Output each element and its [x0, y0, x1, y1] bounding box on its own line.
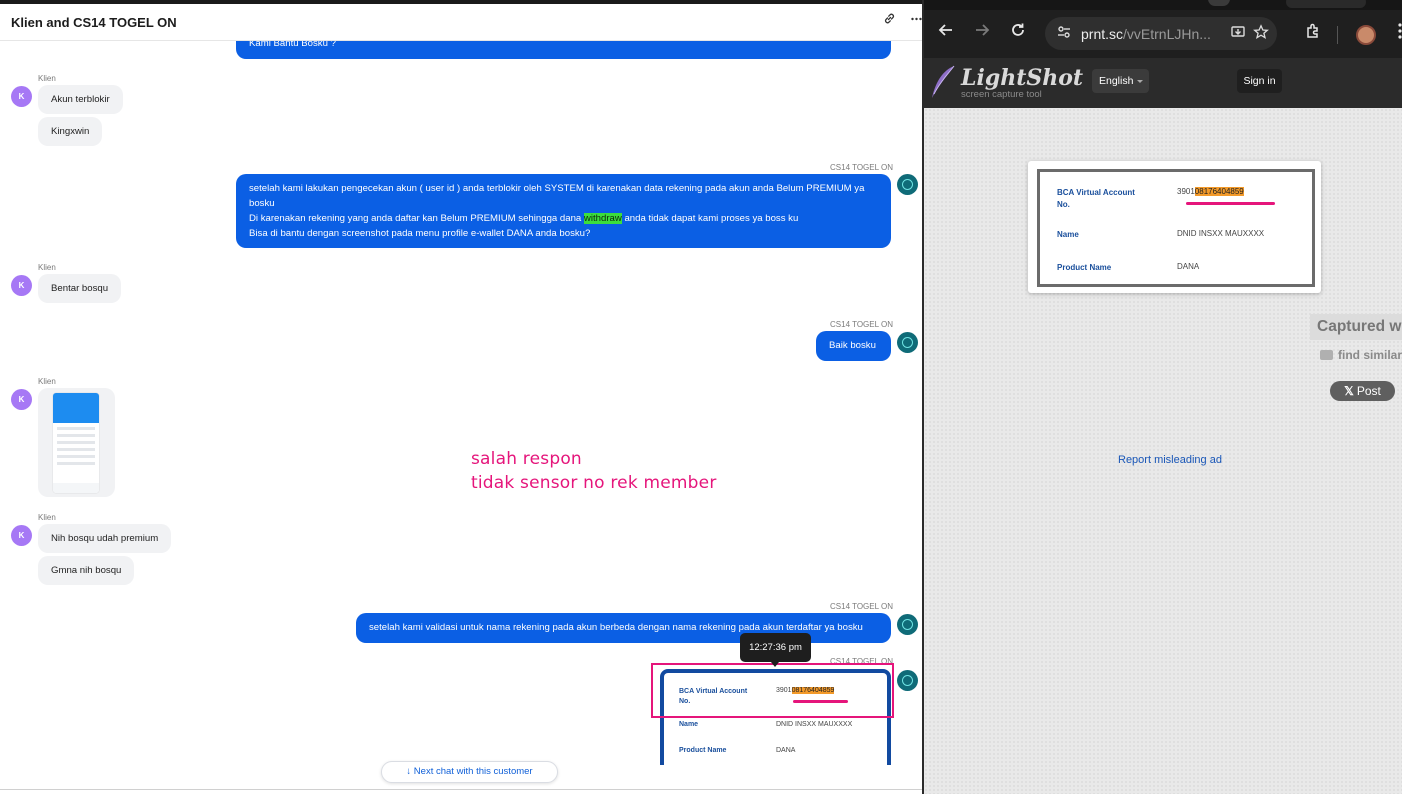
message-text: Gmna nih bosqu [51, 565, 122, 576]
message-text: Kingxwin [51, 126, 90, 137]
message-line: bosku [249, 198, 275, 209]
link-icon[interactable] [880, 12, 898, 30]
bottom-divider [0, 789, 922, 790]
agent-message-bubble: Baik bosku [816, 331, 891, 361]
captured-heading: Captured w [1310, 314, 1402, 340]
client-avatar: K [11, 275, 32, 296]
va-number-highlight: 08176404859 [1194, 187, 1244, 196]
sender-name: CS14 TOGEL ON [830, 163, 893, 172]
lightshot-logo[interactable]: LightShot [961, 65, 1083, 91]
message-text: Baik bosku [829, 340, 876, 351]
agent-message-bubble: setelah kami lakukan pengecekan akun ( u… [236, 174, 891, 248]
back-icon[interactable] [936, 22, 956, 44]
report-ad-link[interactable]: Report misleading ad [1118, 454, 1222, 466]
captured-image-frame: BCA Virtual Account No. 390108176404859 … [1037, 169, 1315, 287]
sign-in-button[interactable]: Sign in [1237, 69, 1282, 93]
client-message-bubble: Akun terblokir [38, 85, 123, 114]
x-post-label: Post [1356, 384, 1381, 398]
message-text: Nih bosqu udah premium [51, 533, 159, 544]
profile-avatar[interactable] [1356, 25, 1376, 45]
message-text: Akun terblokir [51, 94, 110, 105]
sender-name: Klien [38, 74, 56, 83]
reload-icon[interactable] [1008, 22, 1028, 44]
sender-name: CS14 TOGEL ON [830, 602, 893, 611]
bookmark-star-icon[interactable] [1252, 24, 1270, 42]
phone-screenshot-thumbnail [53, 393, 99, 493]
va-label: BCA Virtual Account [1057, 188, 1135, 197]
name-value: DNID INSXX MAUXXXX [1177, 229, 1265, 238]
image-attachment[interactable] [38, 388, 115, 497]
annotation-text: tidak sensor no rek member [471, 473, 717, 493]
client-avatar: K [11, 525, 32, 546]
lightshot-tagline: screen capture tool [961, 89, 1042, 100]
client-message-bubble: Kingxwin [38, 117, 103, 146]
sender-name: Klien [38, 377, 56, 386]
agent-avatar [897, 174, 918, 195]
va-label-line2: No. [1057, 200, 1070, 209]
va-number: 390108176404859 [1177, 187, 1244, 196]
product-label: Product Name [1057, 263, 1112, 272]
captured-image[interactable]: BCA Virtual Account No. 390108176404859 … [1028, 161, 1321, 293]
agent-avatar [897, 332, 918, 353]
pink-annotation-box [651, 663, 894, 718]
chat-title: Klien and CS14 TOGEL ON [11, 15, 177, 30]
client-avatar: K [11, 389, 32, 410]
name-label: Name [1057, 230, 1079, 239]
agent-avatar [897, 614, 918, 635]
extensions-icon[interactable] [1303, 22, 1323, 44]
message-text: Bentar bosqu [51, 283, 109, 294]
client-message-bubble: Gmna nih bosqu [38, 556, 135, 585]
lightshot-feather-icon [932, 65, 955, 98]
site-settings-icon[interactable] [1055, 24, 1073, 42]
more-options-icon[interactable] [907, 12, 922, 30]
address-bar[interactable]: prnt.sc/vvEtrnLJHn... [1045, 17, 1277, 50]
product-label: Product Name [679, 747, 727, 754]
next-chat-label: Next chat with this customer [413, 766, 533, 777]
browser-window: prnt.sc/vvEtrnLJHn... LightShot screen c… [924, 0, 1402, 794]
annotation-text: salah respon [471, 449, 582, 469]
va-prefix: 3901 [1177, 187, 1195, 196]
sender-name: Klien [38, 513, 56, 522]
find-similar-label: find similar [1338, 348, 1402, 362]
pink-underline [1186, 202, 1275, 205]
url-domain: prnt.sc [1081, 26, 1124, 42]
chat-header: Klien and CS14 TOGEL ON [0, 4, 922, 41]
message-line: Di karenakan rekening yang anda daftar k… [249, 211, 878, 226]
product-value: DANA [776, 747, 796, 754]
sender-name: CS14 TOGEL ON [830, 320, 893, 329]
message-line: Bisa di bantu dengan screenshot pada men… [249, 228, 591, 239]
url-path: /vvEtrnLJHn... [1123, 26, 1211, 42]
name-label: Name [679, 721, 699, 728]
product-value: DANA [1177, 262, 1200, 271]
lightshot-header: LightShot screen capture tool English Si… [924, 58, 1402, 108]
find-similar-link[interactable]: find similar [1320, 348, 1402, 362]
message-line: setelah kami lakukan pengecekan akun ( u… [249, 183, 865, 194]
toolbar-separator [1337, 26, 1338, 44]
highlighted-word: withdraw [583, 213, 622, 224]
client-message-bubble: Bentar bosqu [38, 274, 122, 303]
url-text: prnt.sc/vvEtrnLJHn... [1081, 26, 1211, 42]
client-avatar: K [11, 86, 32, 107]
forward-icon[interactable] [972, 22, 992, 44]
message-text: setelah kami validasi untuk nama rekenin… [369, 622, 863, 633]
next-chat-button[interactable]: ↓ Next chat with this customer [381, 761, 558, 783]
camera-icon [1320, 350, 1333, 360]
chat-pane: Klien and CS14 TOGEL ON Kami Bantu Bosku… [0, 0, 922, 794]
agent-avatar [897, 670, 918, 691]
browser-menu-icon[interactable] [1390, 22, 1402, 44]
x-post-button[interactable]: 𝕏 Post [1330, 381, 1395, 401]
message-text: Di karenakan rekening yang anda daftar k… [249, 213, 584, 224]
language-select[interactable]: English [1092, 69, 1149, 93]
name-value: DNID INSXX MAUXXXX [776, 721, 853, 728]
install-app-icon[interactable] [1229, 24, 1247, 42]
message-text: anda tidak dapat kami proses ya boss ku [621, 213, 799, 224]
timestamp-tooltip: 12:27:36 pm [740, 633, 811, 667]
sender-name: Klien [38, 263, 56, 272]
x-logo-icon: 𝕏 [1344, 384, 1354, 398]
browser-toolbar: prnt.sc/vvEtrnLJHn... [924, 0, 1402, 58]
tab[interactable] [1286, 0, 1366, 8]
client-message-bubble: Nih bosqu udah premium [38, 524, 172, 553]
